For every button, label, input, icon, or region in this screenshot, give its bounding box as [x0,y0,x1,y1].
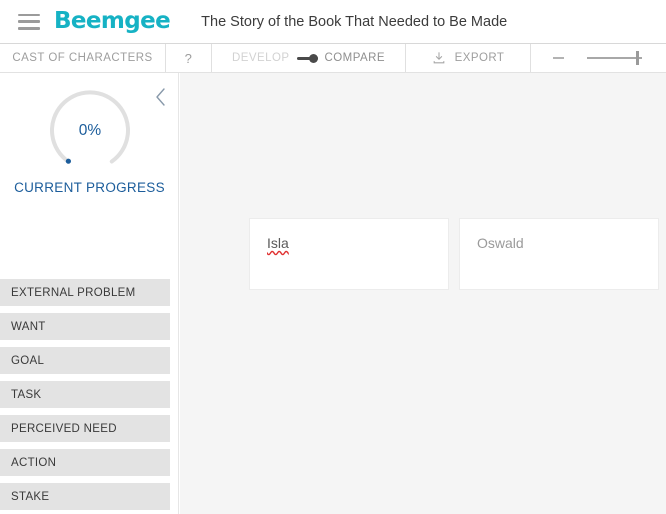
help-label: ? [184,50,193,66]
story-element-list: EXTERNAL PROBLEM WANT GOAL TASK PERCEIVED NE… [0,279,179,514]
hamburger-bar [18,27,40,30]
main-toolbar: CAST OF CHARACTERS ? DEVELOP COMPARE EXP… [0,44,666,73]
sidebar-item-label: EXTERNAL PROBLEM [11,286,136,299]
export-button[interactable]: EXPORT [406,44,531,72]
zoom-slider[interactable] [587,51,642,65]
sidebar-item-want[interactable]: WANT [0,313,170,340]
progress-percent-value: 0% [78,122,102,139]
develop-compare-toggle[interactable]: DEVELOP COMPARE [212,44,406,72]
download-icon [433,52,444,64]
sidebar-item-label: GOAL [11,354,45,367]
app-root: Beemgee The Story of the Book That Neede… [0,0,666,514]
zoom-slider-handle[interactable] [635,51,640,65]
toggle-knob [308,54,318,63]
sidebar-item-label: PERCEIVED NEED [11,422,117,435]
zoom-minus-icon[interactable] [553,57,564,59]
toggle-switch-icon[interactable] [296,54,318,63]
cast-of-characters-label: CAST OF CHARACTERS [12,52,153,64]
hamburger-menu-icon[interactable] [18,13,40,30]
export-label: EXPORT [454,52,505,64]
zoom-control [531,44,666,72]
sidebar-item-label: WANT [11,320,46,333]
character-name-input[interactable]: Oswald [477,235,524,251]
sidebar-item-label: ACTION [11,456,57,469]
left-sidebar: 0% CURRENT PROGRESS EXTERNAL PROBLEM WANT… [0,73,179,514]
zoom-slider-track [587,57,642,59]
sidebar-item-goal[interactable]: GOAL [0,347,170,374]
sidebar-item-action[interactable]: ACTION [0,449,170,476]
character-name-input[interactable]: Isla [267,235,289,251]
progress-caption: CURRENT PROGRESS [14,180,165,195]
sidebar-item-perceived-need[interactable]: PERCEIVED NEED [0,415,170,442]
current-progress-gauge: 0% CURRENT PROGRESS [0,83,178,195]
sidebar-item-external-problem[interactable]: EXTERNAL PROBLEM [0,279,170,306]
app-header: Beemgee The Story of the Book That Neede… [0,0,666,44]
help-button[interactable]: ? [166,44,212,72]
document-title: The Story of the Book That Needed to Be … [201,13,508,30]
sidebar-item-task[interactable]: TASK [0,381,170,408]
sidebar-item-label: STAKE [11,490,50,503]
compare-label[interactable]: COMPARE [325,52,385,64]
sidebar-item-stake[interactable]: STAKE [0,483,170,510]
cast-of-characters-button[interactable]: CAST OF CHARACTERS [0,44,166,72]
hamburger-bar [18,13,40,16]
develop-label[interactable]: DEVELOP [232,52,289,64]
character-canvas: Isla Oswald [180,73,666,514]
character-card[interactable]: Oswald [459,218,659,290]
character-card[interactable]: Isla [249,218,449,290]
brand-logo[interactable]: Beemgee [54,10,171,33]
hamburger-bar [18,20,40,23]
sidebar-item-label: TASK [11,388,42,401]
